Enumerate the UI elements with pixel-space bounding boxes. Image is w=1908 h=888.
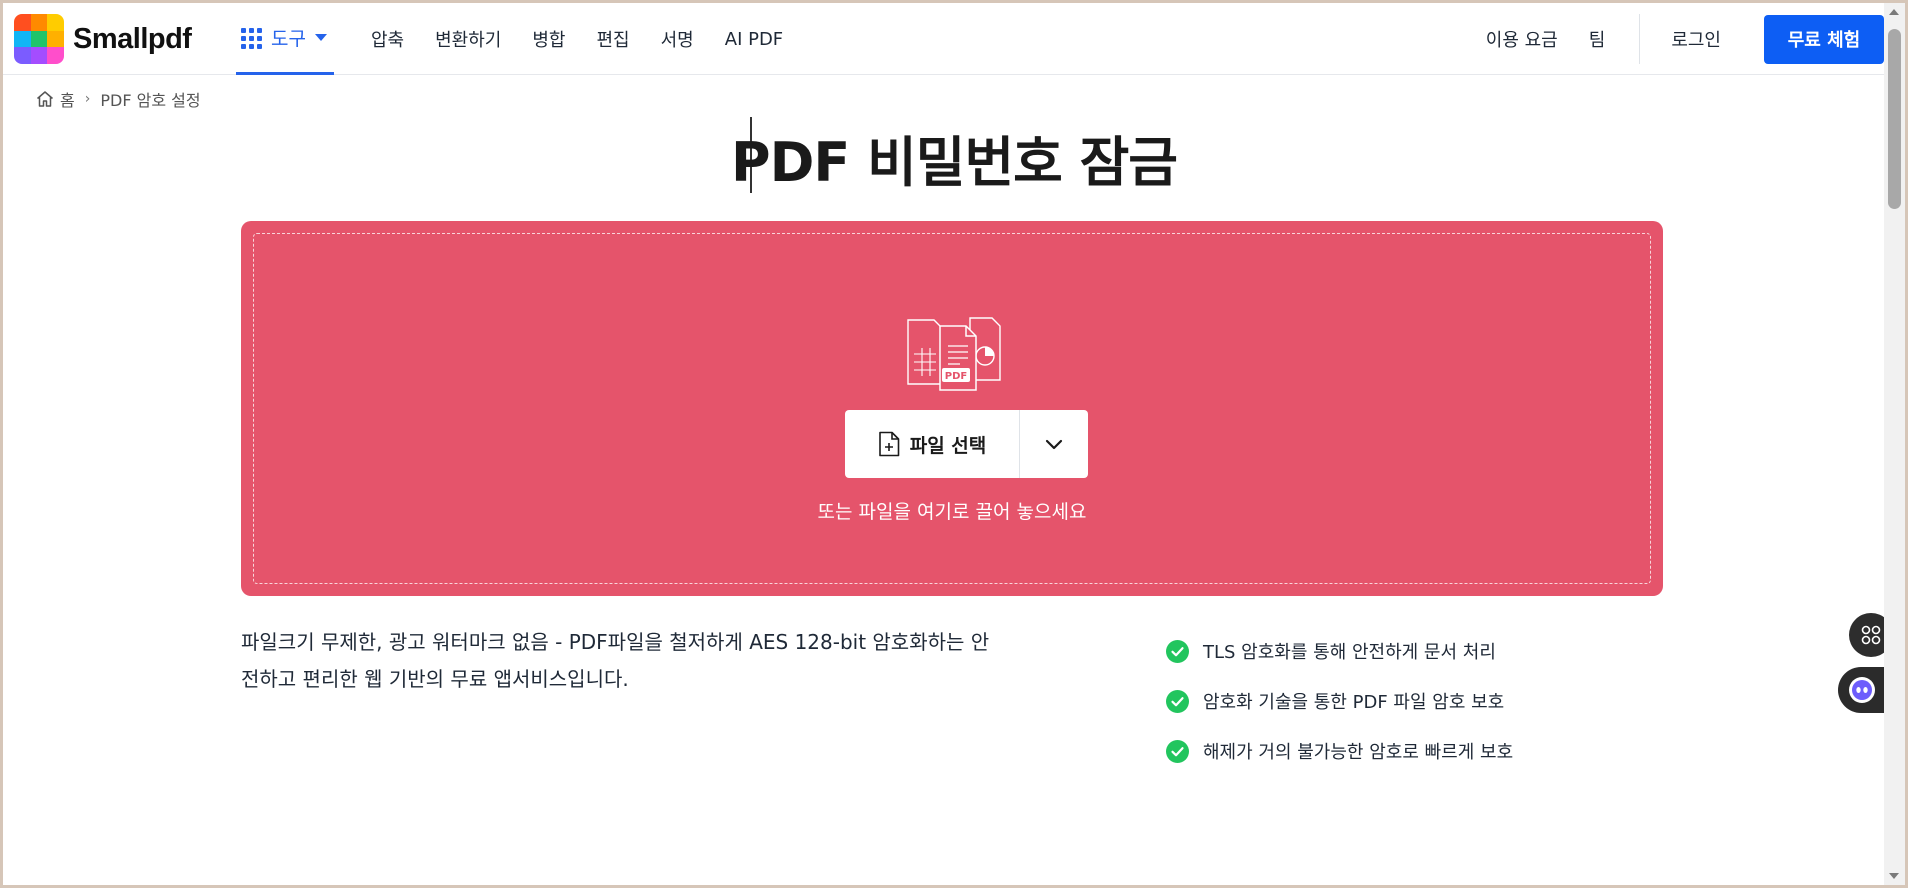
nav-edit[interactable]: 편집 xyxy=(597,26,630,52)
logo[interactable]: Smallpdf xyxy=(14,14,192,64)
nav-compress[interactable]: 압축 xyxy=(371,26,404,52)
file-add-icon xyxy=(878,431,900,457)
file-select-button[interactable]: 파일 선택 xyxy=(845,410,1020,478)
scroll-thumb[interactable] xyxy=(1888,29,1901,209)
breadcrumb-home[interactable]: 홈 xyxy=(60,87,75,111)
feature-list: TLS 암호화를 통해 안전하게 문서 처리 암호화 기술을 통한 PDF 파일… xyxy=(1166,626,1513,776)
tool-description: 파일크기 무제한, 광고 워터마크 없음 - PDF파일을 철저하게 AES 1… xyxy=(241,624,1041,698)
breadcrumb-current: PDF 암호 설정 xyxy=(100,91,201,110)
feature-item: TLS 암호화를 통해 안전하게 문서 처리 xyxy=(1166,626,1513,676)
grid-icon xyxy=(241,27,262,49)
file-select-group: 파일 선택 xyxy=(845,410,1088,478)
page-scrollbar[interactable] xyxy=(1884,3,1905,885)
files-illustration-icon: PDF xyxy=(907,317,1001,391)
nav-divider xyxy=(1639,14,1641,64)
scroll-down-icon[interactable] xyxy=(1889,873,1899,879)
file-dropzone[interactable]: PDF 파일 선택 또는 파일을 여기로 끌어 놓으세요 xyxy=(241,221,1663,596)
check-icon xyxy=(1166,689,1189,713)
description-line-2: 전하고 편리한 웹 기반의 무료 앱서비스입니다. xyxy=(241,667,629,691)
breadcrumb-separator: › xyxy=(84,91,91,107)
scroll-up-icon[interactable] xyxy=(1889,9,1899,15)
feature-text: TLS 암호화를 통해 안전하게 문서 처리 xyxy=(1203,642,1496,663)
nav-convert[interactable]: 변환하기 xyxy=(435,26,501,52)
feature-text: 암호화 기술을 통한 PDF 파일 암호 보호 xyxy=(1203,692,1505,713)
login-link[interactable]: 로그인 xyxy=(1671,26,1721,52)
check-icon xyxy=(1166,639,1189,663)
nav-sign[interactable]: 서명 xyxy=(661,26,694,52)
check-icon xyxy=(1166,739,1189,763)
logo-mark-icon xyxy=(14,14,64,64)
nav-merge[interactable]: 병합 xyxy=(532,26,565,52)
tools-label: 도구 xyxy=(271,28,306,50)
feature-item: 암호화 기술을 통한 PDF 파일 암호 보호 xyxy=(1166,676,1513,726)
dropzone-border: PDF 파일 선택 또는 파일을 여기로 끌어 놓으세요 xyxy=(253,233,1651,584)
feature-text: 해제가 거의 불가능한 암호로 빠르게 보호 xyxy=(1203,742,1514,763)
description-line-1: 파일크기 무제한, 광고 워터마크 없음 - PDF파일을 철저하게 AES 1… xyxy=(241,630,990,654)
main-nav: 압축 변환하기 병합 편집 서명 AI PDF xyxy=(371,3,814,75)
top-navigation: Smallpdf 도구 압축 변환하기 병합 편집 서명 AI PDF 이용 요… xyxy=(3,3,1884,75)
browser-window: Smallpdf 도구 압축 변환하기 병합 편집 서명 AI PDF 이용 요… xyxy=(3,3,1905,885)
file-source-dropdown[interactable] xyxy=(1020,410,1088,478)
pdf-badge-text: PDF xyxy=(945,371,967,382)
account-nav: 이용 요금 팀 로그인 무료 체험 xyxy=(1486,3,1884,75)
pricing-link[interactable]: 이용 요금 xyxy=(1486,26,1558,52)
team-link[interactable]: 팀 xyxy=(1589,26,1606,52)
feature-item: 해제가 거의 불가능한 암호로 빠르게 보호 xyxy=(1166,726,1513,776)
apps-icon xyxy=(1861,625,1881,645)
free-trial-button[interactable]: 무료 체험 xyxy=(1764,14,1884,64)
chevron-down-icon xyxy=(1045,439,1063,449)
breadcrumb: 홈 › PDF 암호 설정 xyxy=(35,87,201,111)
caret-down-icon xyxy=(314,34,327,41)
ai-assistant-icon xyxy=(1849,677,1875,703)
tools-menu[interactable]: 도구 xyxy=(236,3,334,75)
file-select-label: 파일 선택 xyxy=(909,434,987,457)
drop-hint: 또는 파일을 여기로 끌어 놓으세요 xyxy=(817,501,1087,523)
page-title: PDF 비밀번호 잠금 xyxy=(731,131,1178,194)
nav-ai-pdf[interactable]: AI PDF xyxy=(725,29,783,50)
home-icon[interactable] xyxy=(35,89,55,109)
logo-text: Smallpdf xyxy=(73,22,192,55)
